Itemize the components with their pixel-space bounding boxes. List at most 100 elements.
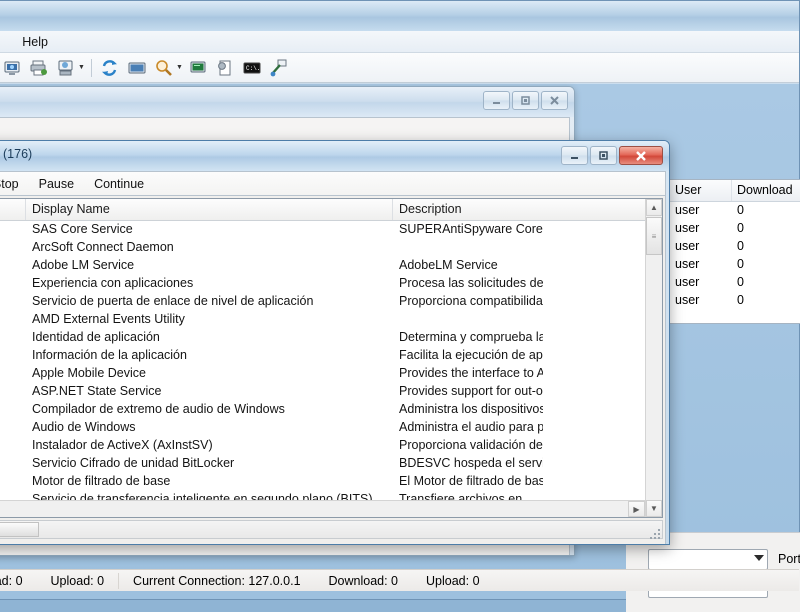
table-cell-service-name [0, 347, 26, 365]
table-cell-description: Facilita la ejecución de apli [399, 348, 543, 362]
table-cell-service-name [0, 383, 26, 401]
services-resize-grip[interactable] [648, 527, 662, 541]
table-cell-description: Proporciona validación de [399, 438, 543, 452]
services-outer-scroll-thumb[interactable]: ⋯ [0, 522, 39, 537]
table-row[interactable]: Identidad de aplicación Determina y compr… [0, 329, 662, 347]
table-cell-description: SUPERAntiSpyware Core S [399, 222, 543, 236]
table-cell-display-name: Servicio Cifrado de unidad BitLocker [32, 456, 235, 470]
table-cell-user: user [675, 221, 700, 235]
maximize-button[interactable] [590, 146, 617, 165]
menu-item-continue[interactable]: Continue [84, 174, 154, 194]
services-menubar: ss Start Stop Pause Continue [0, 171, 666, 195]
services-vertical-scrollbar[interactable]: ▲ ≡ ▼ [645, 199, 662, 517]
table-cell-service-name [0, 455, 26, 473]
back-window-titlebar[interactable] [0, 1, 799, 31]
services-list[interactable]: Display Name Description SAS Core Servic… [0, 198, 663, 518]
table-cell-display-name: Identidad de aplicación [32, 330, 160, 344]
column-header-display-name[interactable]: Display Name [26, 199, 393, 220]
table-cell-display-name: AMD External Events Utility [32, 312, 185, 326]
vertical-scroll-thumb[interactable]: ≡ [646, 217, 662, 255]
menu-item-stop[interactable]: Stop [0, 174, 29, 194]
print-preview-icon[interactable] [54, 56, 78, 80]
column-header-service-name[interactable] [0, 199, 26, 220]
table-row[interactable]: Servicio Cifrado de unidad BitLocker BDES… [0, 455, 662, 473]
scroll-right-arrow-icon[interactable]: ▶ [628, 501, 645, 517]
services-horizontal-scrollbar[interactable]: ▶ [0, 500, 645, 517]
close-button[interactable] [619, 146, 663, 165]
table-cell-display-name: Instalador de ActiveX (AxInstSV) [32, 438, 213, 452]
status-bar: load: 0 Upload: 0 Current Connection: 12… [0, 569, 799, 591]
services-window-buttons [561, 146, 663, 165]
search-icon[interactable] [152, 56, 176, 80]
remote-monitor-icon[interactable] [0, 56, 24, 80]
services-titlebar[interactable]: (176) [0, 141, 669, 171]
table-cell-description: Provides the interface to A [399, 366, 543, 380]
table-cell-display-name: Motor de filtrado de base [32, 474, 171, 488]
table-cell-display-name: ArcSoft Connect Daemon [32, 240, 174, 254]
table-cell-user: user [675, 257, 700, 271]
table-row[interactable]: Información de la aplicación Facilita la … [0, 347, 662, 365]
scroll-up-arrow-icon[interactable]: ▲ [646, 199, 662, 216]
table-row[interactable]: ntBuilder Compilador de extremo de audio … [0, 401, 662, 419]
menu-item-pause[interactable]: Pause [29, 174, 84, 194]
table-cell-description: Proporciona compatibilidad [399, 294, 543, 308]
table-row[interactable]: Motor de filtrado de base El Motor de fil… [0, 473, 662, 491]
services-list-body: SAS Core Service SUPERAntiSpyware Core S A… [0, 221, 662, 509]
middle-window-buttons [483, 91, 568, 110]
maximize-button[interactable] [512, 91, 539, 110]
terminal-green-icon[interactable] [186, 56, 210, 80]
services-window: (176) ss Start Stop Pause Continue Displ… [0, 140, 670, 545]
services-outer-horizontal-scrollbar[interactable]: ⋯ [0, 520, 663, 539]
table-cell-description [393, 239, 543, 257]
table-row[interactable]: ASP.NET State Service Provides support fo… [0, 383, 662, 401]
printer-share-icon[interactable] [27, 56, 51, 80]
column-header-description[interactable]: Description [393, 199, 543, 220]
table-row[interactable]: Device Apple Mobile Device Provides the in… [0, 365, 662, 383]
table-cell-display-name: ASP.NET State Service [32, 384, 162, 398]
table-row[interactable]: Servicio de puerta de enlace de nivel de… [0, 293, 662, 311]
middle-window-titlebar[interactable] [0, 87, 574, 117]
table-row[interactable]: rc Experiencia con aplicaciones Procesa la… [0, 275, 662, 293]
network-tools-icon[interactable] [267, 56, 291, 80]
table-row[interactable]: ervice Adobe LM Service AdobeLM Service [0, 257, 662, 275]
table-cell-display-name: Apple Mobile Device [32, 366, 146, 380]
column-header-download[interactable]: Download [732, 180, 800, 201]
refresh-icon[interactable] [98, 56, 122, 80]
scroll-down-arrow-icon[interactable]: ▼ [646, 500, 662, 517]
connection-combobox[interactable] [648, 549, 768, 570]
table-row[interactable]: Audio de Windows Administra el audio para… [0, 419, 662, 437]
table-cell-dl: 0 [737, 203, 744, 217]
table-cell-service-name [0, 329, 26, 347]
table-cell-service-name: rc [0, 275, 26, 293]
table-cell-service-name: al Events Utility [0, 311, 26, 329]
table-cell-dl: 0 [737, 221, 744, 235]
desktop-icon[interactable] [125, 56, 149, 80]
table-cell-description: El Motor de filtrado de base [399, 474, 543, 488]
chevron-down-icon [754, 555, 764, 561]
table-row[interactable]: Instalador de ActiveX (AxInstSV) Proporci… [0, 437, 662, 455]
table-row[interactable]: al Events Utility AMD External Events Uti… [0, 311, 662, 329]
table-cell-description: Provides support for out-of- [399, 384, 543, 398]
minimize-button[interactable] [483, 91, 510, 110]
document-settings-icon[interactable] [213, 56, 237, 80]
table-cell-service-name: Device [0, 365, 26, 383]
table-row[interactable]: SAS Core Service SUPERAntiSpyware Core S [0, 221, 662, 239]
column-header-user[interactable]: User [670, 180, 732, 201]
status-current-connection: Current Connection: 127.0.0.1 [133, 573, 301, 588]
menu-item-help[interactable]: Help [10, 32, 60, 52]
table-cell-description: Procesa las solicitudes de a [399, 276, 543, 290]
table-cell-display-name: Servicio de puerta de enlace de nivel de… [32, 294, 314, 308]
table-cell-display-name: Compilador de extremo de audio de Window… [32, 402, 285, 416]
table-row[interactable]: ArcSoft Connect Daemon [0, 239, 662, 257]
back-window-menubar: ws Help [0, 31, 799, 53]
minimize-button[interactable] [561, 146, 588, 165]
menu-item-windows[interactable]: ws [0, 32, 10, 52]
command-prompt-icon[interactable]: C:\. [240, 56, 264, 80]
toolbar-separator [90, 58, 92, 77]
print-dropdown-caret-icon[interactable]: ▼ [78, 64, 85, 71]
table-cell-display-name: SAS Core Service [32, 222, 133, 236]
table-cell-dl: 0 [737, 257, 744, 271]
close-button[interactable] [541, 91, 568, 110]
search-dropdown-caret-icon[interactable]: ▼ [176, 64, 183, 71]
table-cell-user: user [675, 275, 700, 289]
